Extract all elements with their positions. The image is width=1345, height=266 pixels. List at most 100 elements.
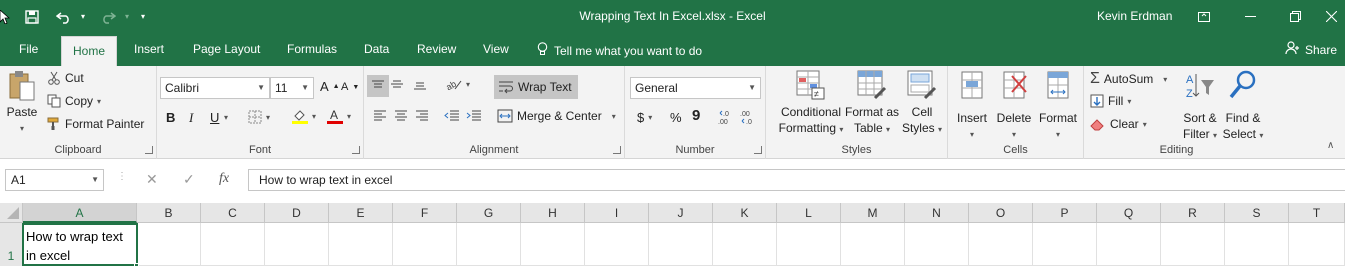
column-header-t[interactable]: T: [1289, 203, 1345, 223]
delete-cells-button[interactable]: Delete ▾: [994, 70, 1034, 140]
increase-font-icon[interactable]: A ▲: [320, 79, 340, 94]
find-select-button[interactable]: Find & Select ▾: [1222, 70, 1264, 144]
tab-insert[interactable]: Insert: [125, 33, 173, 66]
formula-input[interactable]: How to wrap text in excel: [248, 169, 1345, 191]
column-header-i[interactable]: I: [585, 203, 649, 223]
column-header-b[interactable]: B: [137, 203, 201, 223]
bottom-align-icon[interactable]: [413, 78, 427, 90]
share-button[interactable]: Share: [1285, 33, 1337, 66]
column-header-n[interactable]: N: [905, 203, 969, 223]
conditional-formatting-button[interactable]: ≠ Conditional Formatting ▾: [773, 70, 849, 138]
tab-review[interactable]: Review: [408, 33, 465, 66]
restore-icon[interactable]: [1272, 0, 1318, 33]
merge-center-button[interactable]: Merge & Center ▾: [497, 109, 616, 123]
ribbon-display-options-icon[interactable]: [1181, 0, 1227, 33]
percent-button[interactable]: %: [670, 110, 682, 125]
number-launcher-icon[interactable]: [754, 146, 762, 154]
orientation-icon[interactable]: ab ▾: [446, 77, 470, 91]
select-all-corner[interactable]: [0, 203, 23, 223]
font-color-icon[interactable]: A ▾: [327, 108, 351, 124]
column-header-r[interactable]: R: [1161, 203, 1225, 223]
column-header-s[interactable]: S: [1225, 203, 1289, 223]
column-header-l[interactable]: L: [777, 203, 841, 223]
cell-a1[interactable]: How to wrap text in excel: [22, 223, 138, 266]
copy-button[interactable]: Copy ▾: [47, 94, 101, 108]
collapse-ribbon-icon[interactable]: ∧: [1327, 140, 1334, 151]
cell-f1[interactable]: [393, 223, 457, 266]
cell-d1[interactable]: [265, 223, 329, 266]
cell-h1[interactable]: [521, 223, 585, 266]
customize-qat-icon[interactable]: ▾: [136, 3, 150, 31]
tell-me-search[interactable]: Tell me what you want to do: [537, 42, 702, 59]
cell-m1[interactable]: [841, 223, 905, 266]
cell-t1[interactable]: [1289, 223, 1345, 266]
user-name[interactable]: Kevin Erdman: [1097, 9, 1172, 23]
cell-i1[interactable]: [585, 223, 649, 266]
borders-icon[interactable]: ▾: [248, 110, 270, 124]
cell-o1[interactable]: [969, 223, 1033, 266]
fill-color-icon[interactable]: ▾: [292, 108, 316, 124]
cell-n1[interactable]: [905, 223, 969, 266]
paste-button[interactable]: Paste ▾: [5, 70, 39, 134]
name-box[interactable]: A1 ▼: [5, 169, 104, 191]
font-launcher-icon[interactable]: [352, 146, 360, 154]
number-format-combo[interactable]: General ▼: [630, 77, 761, 99]
decrease-font-icon[interactable]: A ▼: [341, 81, 359, 93]
cell-q1[interactable]: [1097, 223, 1161, 266]
format-painter-button[interactable]: Format Painter: [47, 117, 144, 131]
align-left-icon[interactable]: [373, 110, 387, 122]
font-size-combo[interactable]: 11 ▼: [270, 77, 314, 99]
underline-button[interactable]: U: [210, 110, 219, 125]
alignment-launcher-icon[interactable]: [613, 146, 621, 154]
clear-button[interactable]: Clear ▾: [1090, 117, 1147, 131]
bold-button[interactable]: B: [166, 110, 175, 125]
cell-j1[interactable]: [649, 223, 713, 266]
cell-c1[interactable]: [201, 223, 265, 266]
column-header-h[interactable]: H: [521, 203, 585, 223]
tab-formulas[interactable]: Formulas: [278, 33, 346, 66]
autosum-button[interactable]: Σ AutoSum ▾: [1090, 70, 1167, 88]
undo-dropdown-icon[interactable]: ▾: [78, 3, 88, 31]
cell-l1[interactable]: [777, 223, 841, 266]
fill-button[interactable]: Fill ▾: [1090, 94, 1131, 108]
underline-dropdown-icon[interactable]: ▾: [224, 113, 228, 122]
increase-decimal-icon[interactable]: .0.00: [718, 109, 736, 125]
close-icon[interactable]: [1318, 0, 1345, 33]
increase-indent-icon[interactable]: [466, 110, 482, 122]
column-header-d[interactable]: D: [265, 203, 329, 223]
column-header-j[interactable]: J: [649, 203, 713, 223]
cell-b1[interactable]: [137, 223, 201, 266]
currency-button[interactable]: $ ▾: [637, 110, 652, 125]
decrease-indent-icon[interactable]: [444, 110, 460, 122]
row-header-1[interactable]: 1: [0, 223, 23, 266]
sort-filter-button[interactable]: AZ Sort & Filter ▾: [1180, 70, 1220, 144]
insert-function-icon[interactable]: fx: [219, 171, 229, 187]
cell-s1[interactable]: [1225, 223, 1289, 266]
cell-g1[interactable]: [457, 223, 521, 266]
column-header-g[interactable]: G: [457, 203, 521, 223]
clipboard-launcher-icon[interactable]: [145, 146, 153, 154]
tab-page-layout[interactable]: Page Layout: [184, 33, 269, 66]
column-header-p[interactable]: P: [1033, 203, 1097, 223]
tab-data[interactable]: Data: [355, 33, 398, 66]
tab-home[interactable]: Home: [61, 36, 117, 66]
minimize-icon[interactable]: [1227, 0, 1273, 33]
wrap-text-button[interactable]: Wrap Text: [494, 75, 578, 99]
format-as-table-button[interactable]: Format as Table ▾: [842, 70, 902, 138]
cell-e1[interactable]: [329, 223, 393, 266]
undo-icon[interactable]: [50, 3, 78, 31]
column-header-c[interactable]: C: [201, 203, 265, 223]
decrease-decimal-icon[interactable]: .00.0: [740, 109, 758, 125]
column-header-e[interactable]: E: [329, 203, 393, 223]
column-header-m[interactable]: M: [841, 203, 905, 223]
cell-k1[interactable]: [713, 223, 777, 266]
align-center-icon[interactable]: [394, 110, 408, 122]
format-cells-button[interactable]: Format ▾: [1036, 70, 1080, 140]
cell-p1[interactable]: [1033, 223, 1097, 266]
italic-button[interactable]: I: [189, 110, 193, 126]
save-icon[interactable]: [18, 3, 46, 31]
cell-r1[interactable]: [1161, 223, 1225, 266]
top-align-icon[interactable]: [367, 75, 389, 97]
tab-view[interactable]: View: [474, 33, 518, 66]
cell-styles-button[interactable]: Cell Styles ▾: [901, 70, 943, 138]
